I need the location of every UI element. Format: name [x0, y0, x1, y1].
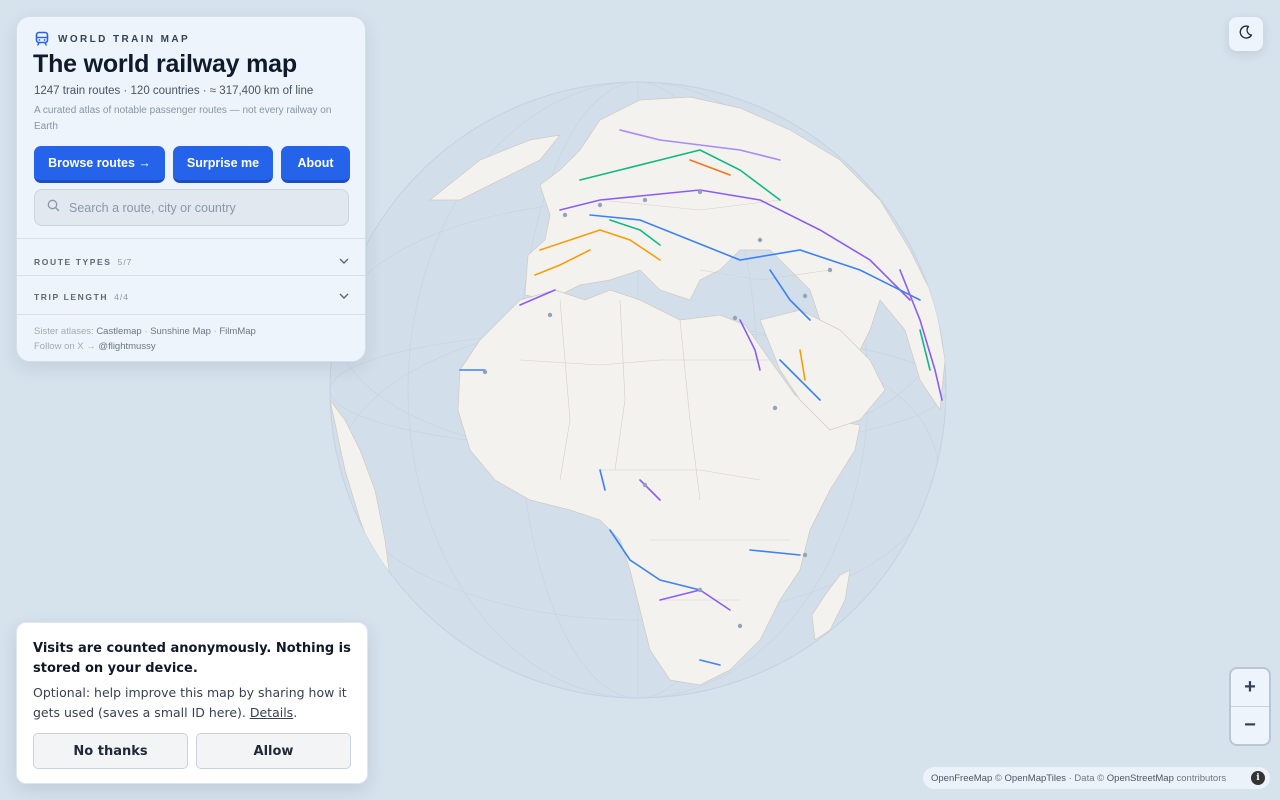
- train-icon: [34, 31, 50, 47]
- search-box[interactable]: [34, 189, 349, 226]
- filter-count: 4/4: [114, 292, 129, 302]
- filmmap-link[interactable]: FilmMap: [219, 326, 255, 337]
- openfreemap-link[interactable]: OpenFreeMap: [931, 773, 992, 784]
- details-link[interactable]: Details: [250, 705, 293, 720]
- footer-links: Sister atlases: Castlemap · Sunshine Map…: [34, 324, 256, 354]
- divider: [17, 314, 365, 315]
- filter-trip-length[interactable]: TRIP LENGTH 4/4: [34, 287, 350, 305]
- openmaptiles-link[interactable]: OpenMapTiles: [1005, 773, 1066, 784]
- page-title: The world railway map: [33, 50, 297, 78]
- x-handle-link[interactable]: @flightmussy: [98, 341, 155, 352]
- sister-prefix: Sister atlases:: [34, 326, 94, 337]
- consent-title: Visits are counted anonymously. Nothing …: [33, 641, 351, 676]
- sunshine-map-link[interactable]: Sunshine Map: [150, 326, 211, 337]
- filter-route-types-heading: ROUTE TYPES 5/7: [34, 252, 132, 270]
- search-icon: [47, 199, 60, 217]
- no-thanks-button[interactable]: No thanks: [33, 733, 188, 769]
- copyright-sign: ©: [994, 772, 1002, 784]
- search-input[interactable]: [69, 200, 329, 215]
- follow-prefix: Follow on X →: [34, 341, 96, 352]
- zoom-out-button[interactable]: −: [1231, 707, 1269, 744]
- brand: WORLD TRAIN MAP: [34, 31, 190, 47]
- filter-label: ROUTE TYPES: [34, 257, 112, 267]
- zoom-control: + −: [1229, 667, 1271, 746]
- info-icon[interactable]: i: [1251, 771, 1265, 785]
- stats-line: 1247 train routes · 120 countries · ≈ 31…: [34, 85, 314, 97]
- zoom-in-button[interactable]: +: [1231, 669, 1269, 706]
- action-buttons: Browse routes → Surprise me About: [34, 146, 350, 183]
- subtitle: A curated atlas of notable passenger rou…: [34, 105, 332, 132]
- divider: [17, 238, 365, 239]
- separator: ·: [213, 326, 217, 337]
- filter-label: TRIP LENGTH: [34, 292, 109, 302]
- consent-body: Optional: help improve this map by shari…: [33, 683, 355, 723]
- info-panel: WORLD TRAIN MAP The world railway map 12…: [16, 16, 366, 362]
- browse-routes-button[interactable]: Browse routes →: [34, 146, 165, 183]
- theme-toggle-button[interactable]: [1229, 17, 1263, 51]
- map-attribution: OpenFreeMap © OpenMapTiles · Data © Open…: [923, 767, 1270, 789]
- chevron-down-icon: [338, 252, 350, 270]
- consent-period: .: [293, 705, 298, 720]
- consent-dialog: Visits are counted anonymously. Nothing …: [16, 622, 368, 784]
- castlemap-link[interactable]: Castlemap: [96, 326, 141, 337]
- chevron-down-icon: [338, 287, 350, 305]
- contributors-text: contributors: [1176, 772, 1227, 784]
- moon-icon: [1238, 24, 1254, 45]
- about-button[interactable]: About: [281, 146, 350, 183]
- filter-route-types[interactable]: ROUTE TYPES 5/7: [34, 252, 350, 270]
- separator: ·: [144, 326, 148, 337]
- consent-body-text: Optional: help improve this map by shari…: [33, 685, 347, 720]
- openstreetmap-link[interactable]: OpenStreetMap: [1107, 773, 1174, 784]
- filter-trip-length-heading: TRIP LENGTH 4/4: [34, 287, 129, 305]
- data-prefix: · Data ©: [1068, 772, 1105, 784]
- divider: [17, 275, 365, 276]
- brand-label: WORLD TRAIN MAP: [58, 33, 191, 45]
- surprise-me-button[interactable]: Surprise me: [173, 146, 273, 183]
- allow-button[interactable]: Allow: [196, 733, 351, 769]
- filter-count: 5/7: [117, 257, 133, 267]
